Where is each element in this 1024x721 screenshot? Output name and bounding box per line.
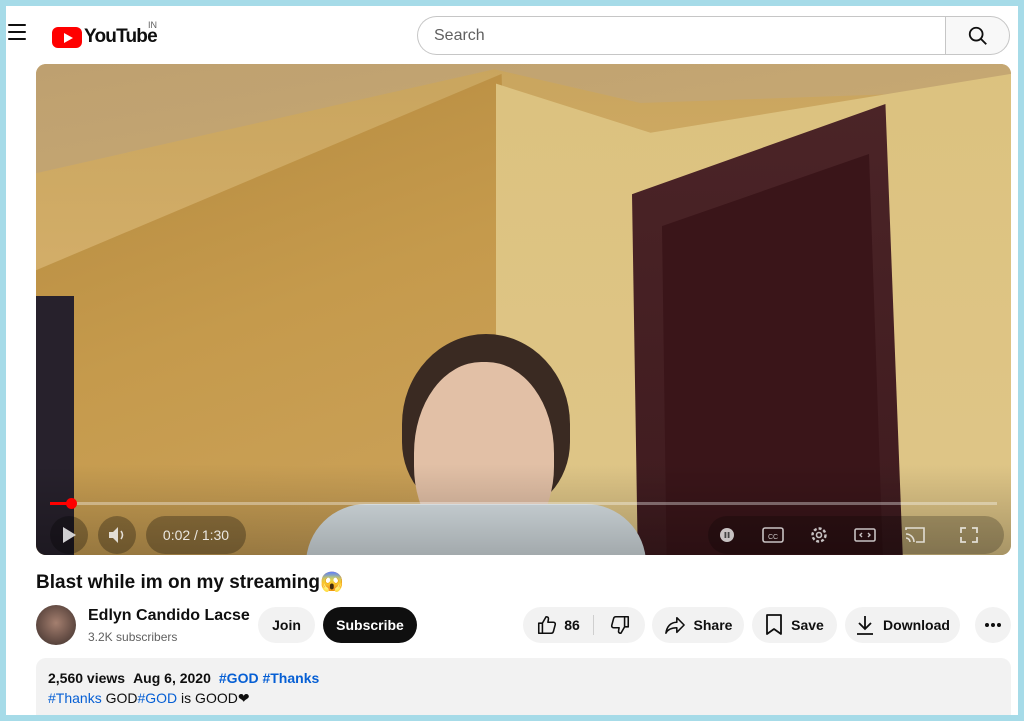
description-hashtag[interactable]: #Thanks xyxy=(48,690,102,706)
video-player[interactable]: 0:02 / 1:30 CC xyxy=(36,64,1011,555)
thumbs-down-icon xyxy=(610,615,629,635)
progress-bar[interactable] xyxy=(50,498,997,509)
subscriber-count: 3.2K subscribers xyxy=(88,630,178,644)
meta-hashtag[interactable]: #Thanks xyxy=(262,670,319,686)
description-text-segment: is GOOD❤ xyxy=(177,690,250,706)
subscribe-button[interactable]: Subscribe xyxy=(323,607,417,643)
fullscreen-icon[interactable] xyxy=(958,525,980,545)
upload-date: Aug 6, 2020 xyxy=(133,670,211,686)
dislike-button[interactable] xyxy=(594,607,645,643)
time-text: 0:02 / 1:30 xyxy=(162,527,230,543)
play-button[interactable] xyxy=(50,516,88,554)
svg-text:CC: CC xyxy=(768,534,778,541)
logo-text: YouTube xyxy=(84,26,158,47)
description-text: #Thanks GOD#GOD is GOOD❤ xyxy=(48,690,999,707)
description-meta: 2,560 views Aug 6, 2020 #GOD #Thanks xyxy=(48,670,999,686)
menu-icon[interactable] xyxy=(8,24,26,40)
theater-mode-icon[interactable] xyxy=(854,525,876,545)
search-button[interactable] xyxy=(945,16,1010,55)
youtube-play-icon xyxy=(52,26,82,48)
search-icon xyxy=(968,26,987,45)
save-button[interactable]: Save xyxy=(752,607,837,643)
cast-icon[interactable] xyxy=(904,525,926,545)
captions-icon[interactable]: CC xyxy=(762,525,784,545)
join-button[interactable]: Join xyxy=(258,607,315,643)
play-icon xyxy=(63,527,76,543)
like-button[interactable]: 86 xyxy=(523,607,593,643)
share-icon xyxy=(664,616,685,634)
description-text-segment: GOD xyxy=(101,690,138,706)
right-controls: CC xyxy=(708,516,1004,554)
share-button[interactable]: Share xyxy=(652,607,744,643)
volume-button[interactable] xyxy=(98,516,136,554)
like-count: 86 xyxy=(564,617,580,633)
youtube-window: YouTube IN 0: xyxy=(6,6,1018,715)
pause-autoplay-icon[interactable] xyxy=(716,525,738,545)
download-button[interactable]: Download xyxy=(845,607,960,643)
view-count: 2,560 views xyxy=(48,670,126,686)
search-input[interactable] xyxy=(417,16,945,55)
more-horizontal-icon xyxy=(985,623,1001,627)
scrubber-handle[interactable] xyxy=(66,498,77,509)
description-box[interactable]: 2,560 views Aug 6, 2020 #GOD #Thanks #Than… xyxy=(36,658,1011,715)
download-icon xyxy=(857,616,874,635)
masthead: YouTube IN xyxy=(6,6,1018,64)
volume-icon xyxy=(109,527,124,543)
video-title: Blast while im on my streaming😱 xyxy=(36,572,344,593)
channel-avatar[interactable] xyxy=(36,605,76,645)
like-dislike-group: 86 xyxy=(523,607,645,643)
youtube-logo[interactable]: YouTube xyxy=(52,25,158,49)
settings-icon[interactable] xyxy=(808,525,830,545)
time-display: 0:02 / 1:30 xyxy=(146,516,246,554)
save-label: Save xyxy=(791,617,824,633)
bookmark-icon xyxy=(766,614,783,635)
download-label: Download xyxy=(883,617,950,633)
country-code: IN xyxy=(148,20,157,30)
share-label: Share xyxy=(693,617,733,633)
more-actions-button[interactable] xyxy=(975,607,1011,643)
description-hashtag[interactable]: #GOD xyxy=(137,690,177,706)
thumbs-up-icon xyxy=(538,615,557,635)
channel-name[interactable]: Edlyn Candido Lacse xyxy=(88,607,250,625)
meta-hashtag[interactable]: #GOD xyxy=(219,670,259,686)
